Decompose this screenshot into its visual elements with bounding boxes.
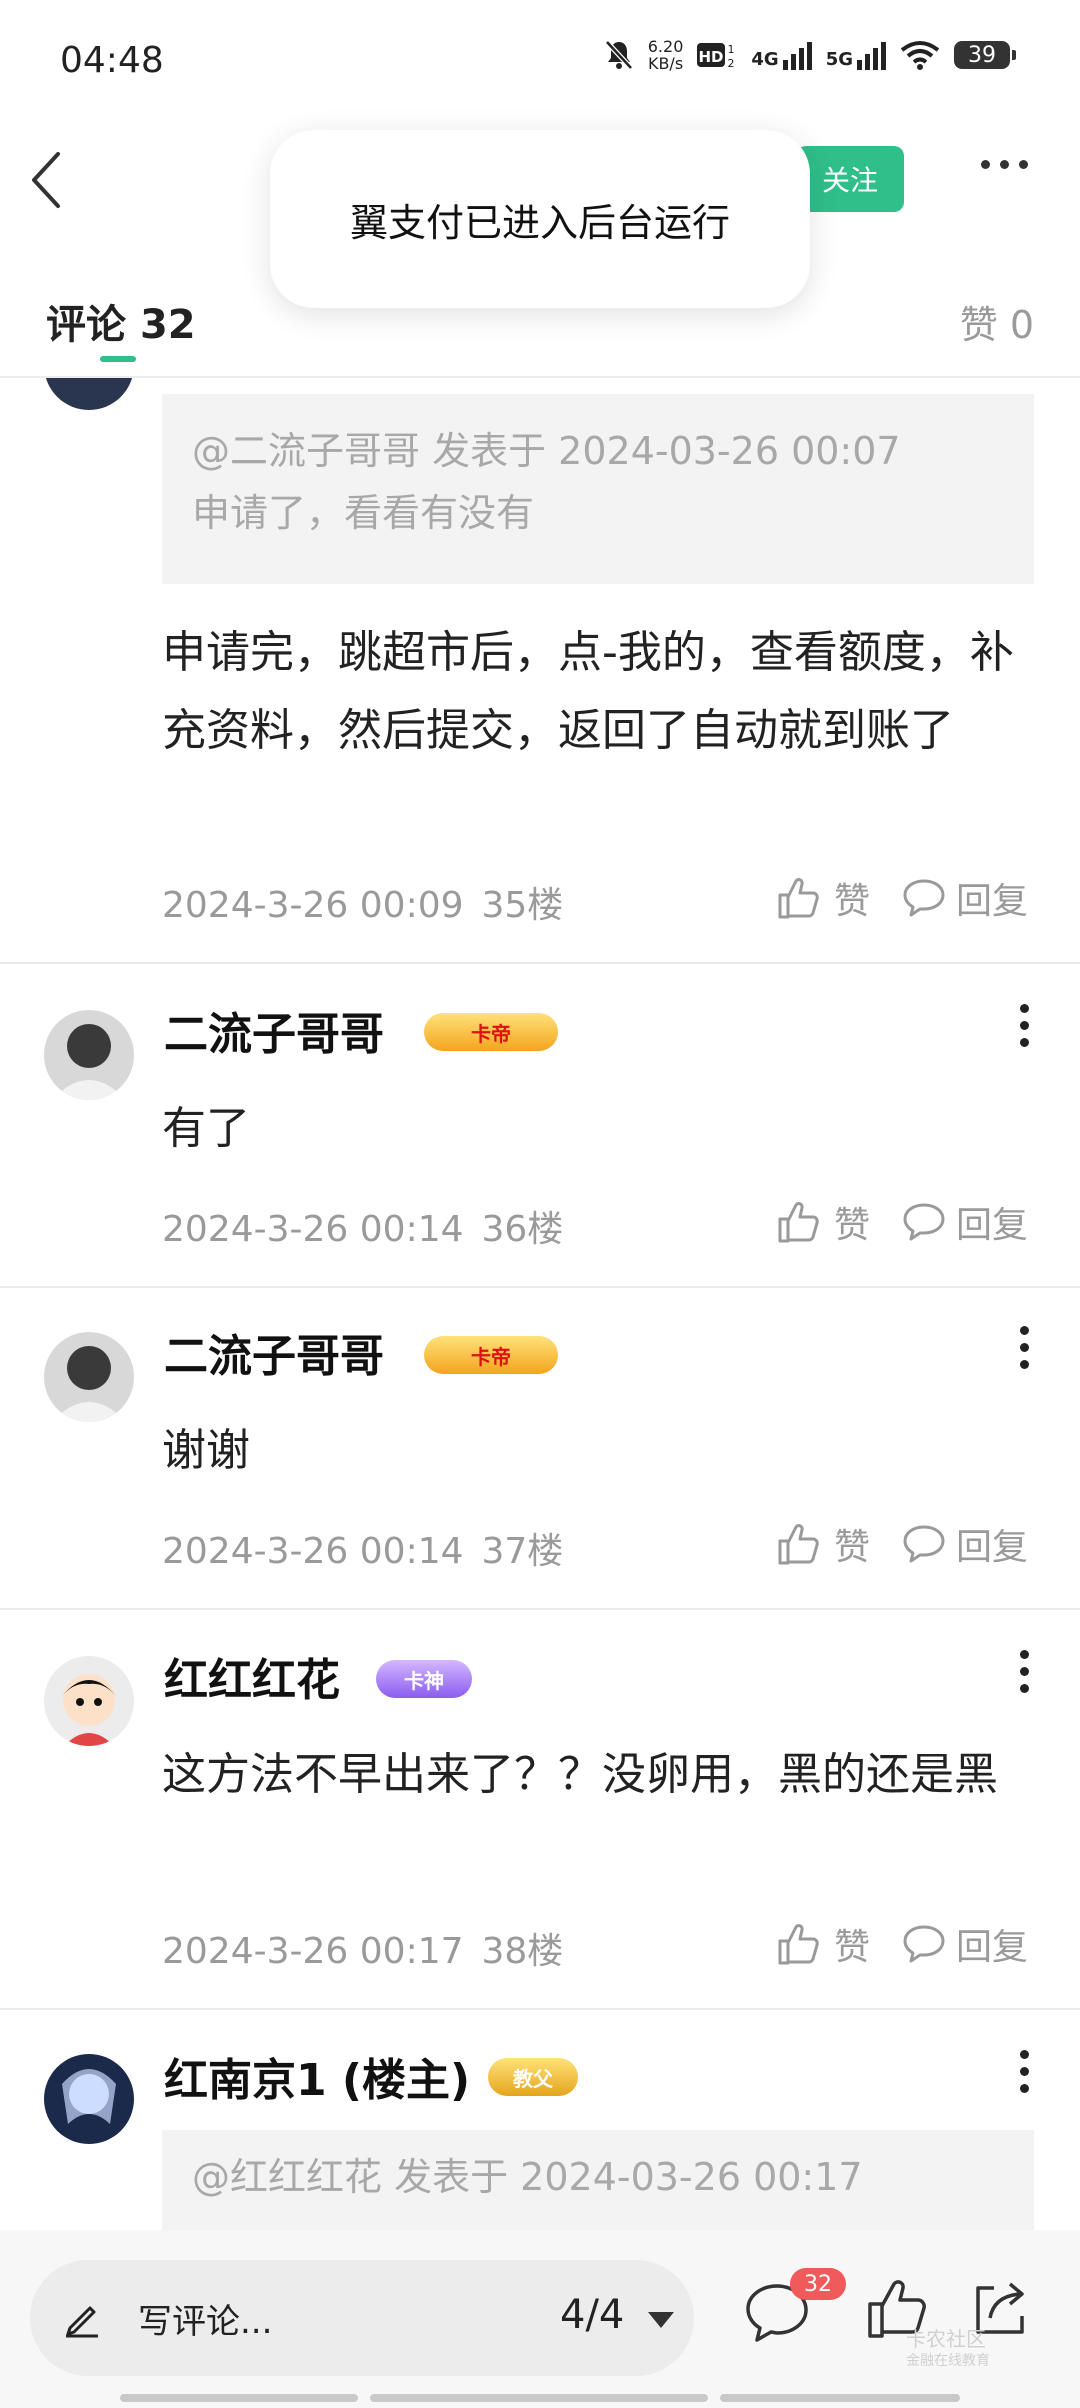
avatar[interactable] [44,2054,134,2144]
rank-badge: 卡神 [376,1660,472,1698]
reply-button[interactable]: 回复 [902,1518,1028,1570]
pen-icon [66,2306,98,2338]
avatar[interactable] [44,1010,134,1100]
follow-button[interactable]: 关注 [796,146,904,212]
nav-handle [370,2394,708,2402]
comment-meta: 2024-3-26 00:17 38楼 [162,1931,564,1972]
username[interactable]: 二流子哥哥 [164,1320,384,1384]
like-button[interactable]: 赞 [776,1196,870,1248]
rank-badge: 教父 [488,2058,578,2096]
thumbs-up-icon [778,1524,819,1565]
status-icons: 6.20 KB/s HD 1 2 4G 5G 39 [604,37,1016,73]
chevron-down-icon[interactable] [648,2312,674,2328]
more-options-icon[interactable] [1020,2050,1030,2093]
tab-comments[interactable]: 评论 32 [46,292,196,350]
comment-text: 有了 [162,1103,250,1154]
hd-icon: HD 12 [697,43,735,69]
thumbs-up-icon [778,1202,819,1243]
tab-likes[interactable]: 赞 0 [960,294,1034,349]
active-tab-indicator [100,356,136,362]
network-speed: 6.20 KB/s [647,37,684,73]
comment-text: 申请完，跳超市后，点-我的，查看额度，补充资料，然后提交，返回了自动就到账了 [162,627,1014,756]
like-button[interactable]: 赞 [776,1918,870,1970]
chat-bubble-icon [903,1203,945,1241]
like-button[interactable]: 赞 [776,1518,870,1570]
comment-count-badge: 32 [790,2268,846,2300]
quoted-comment: @二流子哥哥 发表于 2024-03-26 00:07 申请了，看看有没有 [162,394,1034,584]
reply-button[interactable]: 回复 [902,1918,1028,1970]
status-time: 04:48 [60,40,164,81]
divider [0,962,1080,964]
avatar[interactable] [44,1656,134,1746]
svg-text:2: 2 [728,57,735,69]
comment-text: 谢谢 [162,1425,250,1476]
signal-bars-icon [857,40,886,70]
reply-button[interactable]: 回复 [902,1196,1028,1248]
svg-text:HD: HD [699,48,724,66]
watermark: 卡农社区 金融在线教育 [906,2327,990,2369]
divider [0,2008,1080,2010]
signal-bars-icon [782,40,812,70]
nav-handle [720,2394,960,2402]
rank-badge: 卡帝 [424,1336,558,1374]
chat-bubble-icon [903,879,945,917]
thumbs-up-icon [778,878,819,919]
write-comment-input[interactable]: 写评论... 4/4 [30,2260,694,2376]
quoted-comment: @红红红花 发表于 2024-03-26 00:17 [162,2130,1034,2230]
page-indicator[interactable]: 4/4 [560,2292,624,2338]
reply-button[interactable]: 回复 [902,872,1028,924]
status-bar: 04:48 6.20 KB/s HD 1 2 4G 5G 39 [0,0,1080,120]
comment-meta: 2024-3-26 00:14 36楼 [162,1209,564,1250]
bottom-bar: 写评论... 4/4 32 卡农社区 金融在线教育 [0,2230,1080,2408]
thumbs-up-icon [778,1924,819,1965]
divider [0,1608,1080,1610]
battery-icon: 39 [954,41,1016,69]
signal-5g: 5G [826,40,886,70]
comment-text: 这方法不早出来了？？没卵用，黑的还是黑 [162,1749,998,1800]
back-arrow-icon[interactable] [28,150,68,210]
more-options-icon[interactable] [1020,1650,1030,1693]
wifi-icon [900,41,940,70]
more-options-icon[interactable] [981,160,1028,169]
more-options-icon[interactable] [1020,1326,1030,1369]
chat-bubble-icon [903,1925,945,1963]
avatar[interactable] [44,1332,134,1422]
username[interactable]: 红红红花 [164,1644,340,1708]
comment-meta: 2024-3-26 00:14 37楼 [162,1531,564,1572]
more-options-icon[interactable] [1020,1004,1030,1047]
username[interactable]: 红南京1 (楼主) [164,2044,470,2108]
mute-bell-icon [604,40,633,70]
signal-4g: 4G [751,40,812,70]
chat-bubble-icon [903,1525,945,1563]
toast-message: 翼支付已进入后台运行 [270,130,810,308]
like-button[interactable]: 赞 [776,872,870,924]
nav-handle [120,2394,358,2402]
svg-text:1: 1 [728,43,735,56]
divider [0,1286,1080,1288]
comment-meta: 2024-3-26 00:09 35楼 [162,885,564,926]
username[interactable]: 二流子哥哥 [164,998,384,1062]
rank-badge: 卡帝 [424,1013,558,1051]
